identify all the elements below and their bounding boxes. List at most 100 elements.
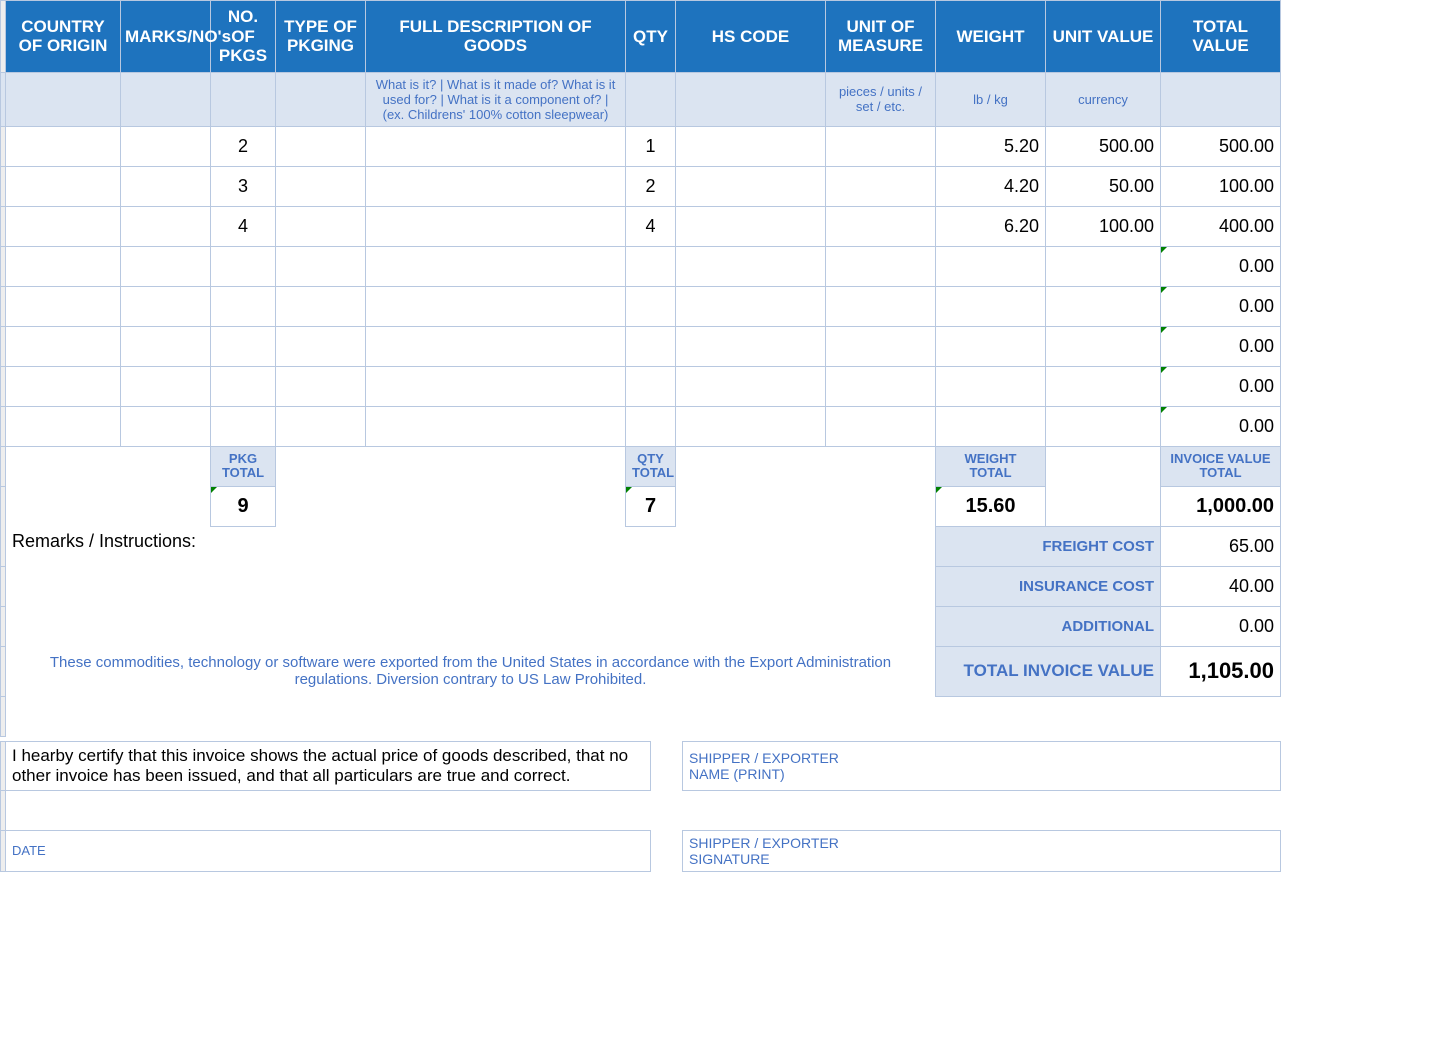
cell-qty[interactable]: 2: [626, 166, 676, 206]
shipper-signature-box[interactable]: SHIPPER / EXPORTER SIGNATURE: [683, 830, 1281, 871]
cell-hs[interactable]: [676, 326, 826, 366]
cell-pkging[interactable]: [276, 246, 366, 286]
cell-pkgs[interactable]: 3: [211, 166, 276, 206]
hint-cell[interactable]: [1161, 72, 1281, 126]
hint-desc[interactable]: What is it? | What is it made of? What i…: [366, 72, 626, 126]
cell-pkging[interactable]: [276, 166, 366, 206]
cell-totalval[interactable]: 0.00: [1161, 286, 1281, 326]
cell-hs[interactable]: [676, 366, 826, 406]
hint-cell[interactable]: [676, 72, 826, 126]
cell-pkging[interactable]: [276, 326, 366, 366]
cell-totalval[interactable]: 0.00: [1161, 246, 1281, 286]
cell-country[interactable]: [6, 126, 121, 166]
cell-weight[interactable]: [936, 366, 1046, 406]
cell-hs[interactable]: [676, 166, 826, 206]
cell-country[interactable]: [6, 206, 121, 246]
cell-qty[interactable]: 4: [626, 206, 676, 246]
cell-qty[interactable]: [626, 286, 676, 326]
additional-value[interactable]: 0.00: [1161, 606, 1281, 646]
cell-marks[interactable]: [121, 406, 211, 446]
cell-pkging[interactable]: [276, 206, 366, 246]
cell-pkgs[interactable]: 2: [211, 126, 276, 166]
cell-uom[interactable]: [826, 286, 936, 326]
cell-hs[interactable]: [676, 126, 826, 166]
cell-uom[interactable]: [826, 206, 936, 246]
cell-pkgs[interactable]: [211, 246, 276, 286]
cell-pkgs[interactable]: [211, 286, 276, 326]
hint-cell[interactable]: [276, 72, 366, 126]
cell-weight[interactable]: [936, 326, 1046, 366]
cell-pkgs[interactable]: [211, 366, 276, 406]
cell-weight[interactable]: 4.20: [936, 166, 1046, 206]
cell-hs[interactable]: [676, 286, 826, 326]
cell-marks[interactable]: [121, 126, 211, 166]
hint-cell[interactable]: [626, 72, 676, 126]
cell-marks[interactable]: [121, 366, 211, 406]
cell-uom[interactable]: [826, 366, 936, 406]
cell-unitval[interactable]: [1046, 406, 1161, 446]
cell-pkging[interactable]: [276, 286, 366, 326]
cell-unitval[interactable]: [1046, 326, 1161, 366]
shipper-name-box[interactable]: SHIPPER / EXPORTER NAME (PRINT): [683, 741, 1281, 790]
hint-cell[interactable]: [121, 72, 211, 126]
cell-totalval[interactable]: 100.00: [1161, 166, 1281, 206]
cell-marks[interactable]: [121, 286, 211, 326]
cell-pkging[interactable]: [276, 126, 366, 166]
cell-totalval[interactable]: 0.00: [1161, 406, 1281, 446]
cell-marks[interactable]: [121, 326, 211, 366]
hint-cell[interactable]: [6, 72, 121, 126]
cell-uom[interactable]: [826, 246, 936, 286]
cell-qty[interactable]: [626, 366, 676, 406]
hint-uom[interactable]: pieces / units / set / etc.: [826, 72, 936, 126]
cell-hs[interactable]: [676, 406, 826, 446]
cell-hs[interactable]: [676, 246, 826, 286]
cell-desc[interactable]: [366, 166, 626, 206]
freight-value[interactable]: 65.00: [1161, 526, 1281, 566]
cell-weight[interactable]: 5.20: [936, 126, 1046, 166]
hint-unitval[interactable]: currency: [1046, 72, 1161, 126]
cell-country[interactable]: [6, 286, 121, 326]
cell-qty[interactable]: [626, 246, 676, 286]
cell-totalval[interactable]: 0.00: [1161, 366, 1281, 406]
insurance-value[interactable]: 40.00: [1161, 566, 1281, 606]
hint-cell[interactable]: [211, 72, 276, 126]
cell-unitval[interactable]: 50.00: [1046, 166, 1161, 206]
cell-weight[interactable]: 6.20: [936, 206, 1046, 246]
cell-totalval[interactable]: 500.00: [1161, 126, 1281, 166]
cell-pkging[interactable]: [276, 406, 366, 446]
cell-country[interactable]: [6, 246, 121, 286]
cell-qty[interactable]: 1: [626, 126, 676, 166]
cell-desc[interactable]: [366, 126, 626, 166]
cell-country[interactable]: [6, 326, 121, 366]
cell-desc[interactable]: [366, 406, 626, 446]
cell-uom[interactable]: [826, 406, 936, 446]
cell-pkgs[interactable]: [211, 326, 276, 366]
cell-desc[interactable]: [366, 206, 626, 246]
cell-marks[interactable]: [121, 246, 211, 286]
cell-unitval[interactable]: [1046, 246, 1161, 286]
cell-marks[interactable]: [121, 166, 211, 206]
cell-desc[interactable]: [366, 246, 626, 286]
cell-hs[interactable]: [676, 206, 826, 246]
cell-weight[interactable]: [936, 246, 1046, 286]
remarks-label[interactable]: Remarks / Instructions:: [6, 526, 936, 646]
cell-desc[interactable]: [366, 286, 626, 326]
cell-desc[interactable]: [366, 366, 626, 406]
cell-country[interactable]: [6, 366, 121, 406]
cell-unitval[interactable]: [1046, 366, 1161, 406]
cell-uom[interactable]: [826, 326, 936, 366]
cell-country[interactable]: [6, 166, 121, 206]
cell-qty[interactable]: [626, 406, 676, 446]
cell-unitval[interactable]: 500.00: [1046, 126, 1161, 166]
cell-uom[interactable]: [826, 166, 936, 206]
cell-unitval[interactable]: 100.00: [1046, 206, 1161, 246]
cell-marks[interactable]: [121, 206, 211, 246]
date-box[interactable]: DATE: [6, 830, 651, 871]
cell-weight[interactable]: [936, 406, 1046, 446]
cell-pkging[interactable]: [276, 366, 366, 406]
cell-pkgs[interactable]: [211, 406, 276, 446]
cell-uom[interactable]: [826, 126, 936, 166]
cell-pkgs[interactable]: 4: [211, 206, 276, 246]
hint-weight[interactable]: lb / kg: [936, 72, 1046, 126]
cell-country[interactable]: [6, 406, 121, 446]
